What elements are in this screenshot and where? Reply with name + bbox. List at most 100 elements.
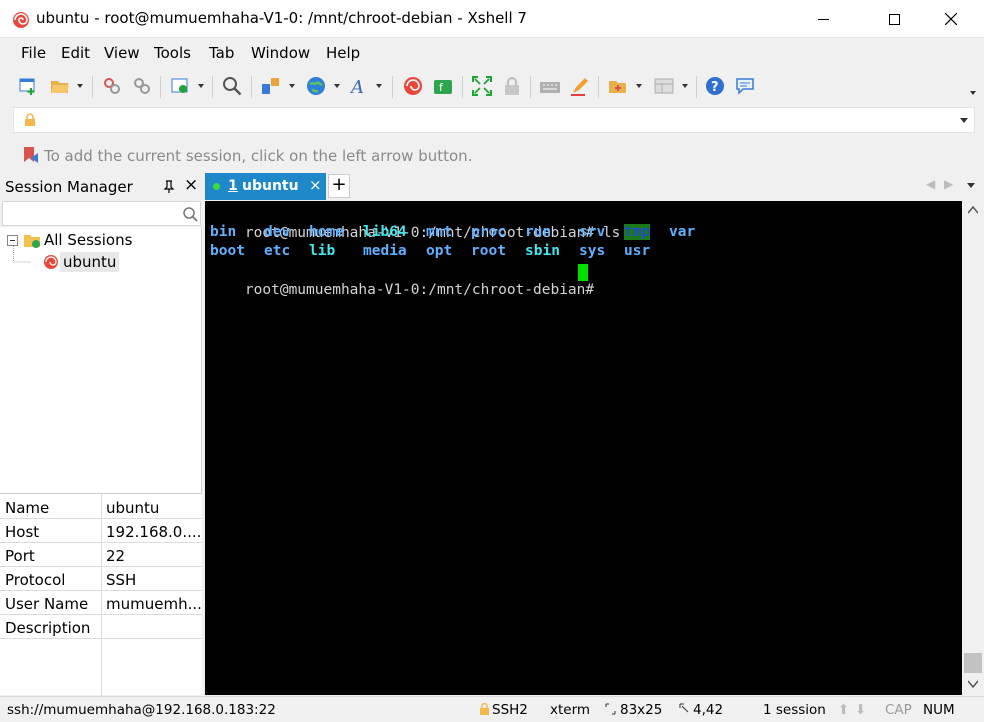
close-window-button[interactable] (928, 0, 974, 38)
property-value: SSH (106, 571, 137, 589)
property-value: 192.168.0.... (106, 523, 202, 541)
menu-tools[interactable]: Tools (154, 44, 191, 62)
open-dropdown-icon[interactable] (77, 84, 83, 88)
search-icon[interactable] (183, 207, 198, 222)
property-key: Protocol (5, 571, 66, 589)
session-manager-header: Session Manager × (0, 172, 202, 200)
session-up-icon[interactable]: ⬆ (838, 702, 849, 718)
dir-entry: var (669, 224, 696, 240)
collapse-icon[interactable] (7, 235, 18, 246)
new-session-icon[interactable] (18, 76, 38, 96)
menu-tab[interactable]: Tab (209, 44, 234, 62)
transfer-dropdown-icon[interactable] (289, 84, 295, 88)
maximize-button[interactable] (871, 0, 917, 38)
session-search-field[interactable] (2, 201, 201, 226)
compose-dropdown-icon[interactable] (636, 84, 642, 88)
property-row: Port 22 (0, 543, 202, 567)
tree-item-all-sessions[interactable]: All Sessions (44, 231, 132, 249)
close-icon (945, 13, 957, 25)
bookmark-arrow-icon[interactable] (22, 146, 40, 164)
maximize-icon (888, 13, 900, 25)
dir-entry: media (363, 243, 407, 259)
dir-entry: sys (579, 243, 606, 259)
window-title: ubuntu - root@mumuemhaha-V1-0: /mnt/chro… (36, 9, 527, 27)
menu-bar: File Edit View Tools Tab Window Help (0, 38, 984, 68)
scroll-down-icon[interactable] (968, 680, 978, 688)
terminal-command: ls (602, 225, 621, 241)
connected-status-icon (213, 183, 220, 190)
status-size: 83x25 (620, 702, 663, 718)
close-panel-button[interactable]: × (184, 175, 198, 195)
dir-entry: bin (210, 224, 237, 240)
highlight-icon[interactable] (570, 76, 590, 96)
lock-icon[interactable] (502, 76, 522, 96)
compose-icon[interactable] (608, 76, 628, 96)
property-row: Description (0, 615, 202, 639)
menu-edit[interactable]: Edit (61, 44, 90, 62)
menu-window[interactable]: Window (251, 44, 310, 62)
font-dropdown-icon[interactable] (376, 84, 382, 88)
tab-list-dropdown-icon[interactable] (967, 183, 975, 188)
lock-icon (480, 703, 489, 715)
scroll-thumb[interactable] (964, 653, 982, 673)
find-icon[interactable] (222, 76, 242, 96)
tab-scroll-left-icon[interactable]: ◀ (926, 177, 935, 191)
font-icon[interactable]: A (349, 76, 370, 98)
dir-entry: opt (426, 243, 453, 259)
terminal-scrollbar[interactable] (962, 201, 984, 695)
property-row: User Name mumuemh... (0, 591, 202, 615)
dir-entry: run (525, 224, 552, 240)
session-icon (44, 255, 58, 269)
property-key: User Name (5, 595, 89, 613)
address-bar[interactable] (13, 107, 975, 133)
svg-text:?: ? (711, 80, 719, 95)
property-key: Host (5, 523, 40, 541)
disconnect-icon[interactable] (102, 76, 122, 96)
dir-entry: dev (264, 224, 291, 240)
cursor-position-icon (679, 703, 689, 713)
layout-icon[interactable] (654, 76, 674, 96)
minimize-icon (817, 18, 829, 20)
properties-icon[interactable] (170, 76, 190, 96)
menu-help[interactable]: Help (326, 44, 360, 62)
dir-entry: lib (309, 243, 336, 259)
menu-file[interactable]: File (21, 44, 46, 62)
menu-view[interactable]: View (104, 44, 140, 62)
keyboard-icon[interactable] (540, 76, 560, 96)
property-value: 22 (106, 547, 126, 565)
status-connection: ssh://mumuemhaha@192.168.0.183:22 (7, 702, 276, 718)
status-num: NUM (923, 702, 955, 718)
dir-entry: sbin (525, 243, 560, 259)
layout-dropdown-icon[interactable] (682, 84, 688, 88)
dir-entry-tmp: tmp (624, 224, 651, 240)
properties-dropdown-icon[interactable] (198, 84, 204, 88)
reconnect-icon[interactable] (132, 76, 152, 96)
open-folder-icon[interactable] (50, 76, 70, 96)
tree-item-ubuntu[interactable]: ubuntu (60, 252, 120, 272)
globe-dropdown-icon[interactable] (334, 84, 340, 88)
chat-icon[interactable] (735, 76, 755, 96)
address-dropdown-icon[interactable] (960, 118, 968, 123)
new-tab-button[interactable]: + (328, 174, 350, 198)
dir-entry: mnt (426, 224, 453, 240)
session-down-icon[interactable]: ⬇ (855, 702, 866, 718)
toolbar-overflow-icon[interactable] (970, 91, 976, 95)
scroll-up-icon[interactable] (968, 206, 978, 214)
xftp-icon[interactable]: f (433, 76, 453, 96)
dir-entry: lib64 (363, 224, 407, 240)
dir-entry: usr (624, 243, 651, 259)
transfer-icon[interactable] (261, 76, 281, 96)
property-row: Protocol SSH (0, 567, 202, 591)
minimize-button[interactable] (800, 0, 846, 38)
terminal[interactable]: root@mumuemhaha-V1-0:/mnt/chroot-debian#… (205, 201, 962, 695)
tab-close-button[interactable]: × (309, 176, 322, 194)
tab-ubuntu[interactable]: 1 ubuntu × (205, 173, 326, 200)
pin-icon[interactable] (163, 180, 175, 193)
fullscreen-icon[interactable] (471, 75, 493, 97)
session-properties: Name ubuntu Host 192.168.0.... Port 22 Prot… (0, 493, 202, 696)
globe-icon[interactable] (306, 76, 326, 96)
tab-scroll-right-icon[interactable]: ▶ (944, 177, 953, 191)
xshell-icon[interactable] (403, 76, 423, 96)
hint-bar: To add the current session, click on the… (0, 140, 984, 170)
help-icon[interactable]: ? (705, 76, 725, 96)
